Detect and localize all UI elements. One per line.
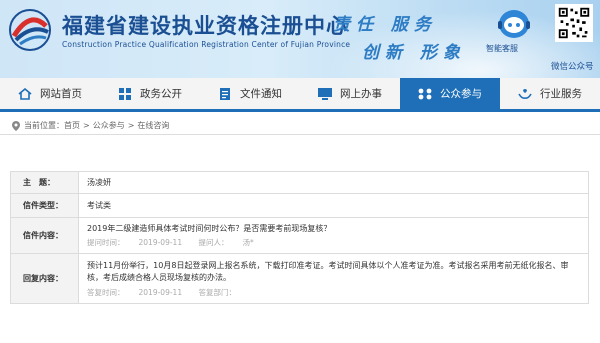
nav-home-label: 网站首页: [40, 88, 82, 100]
breadcrumb-home[interactable]: 首页: [64, 120, 80, 131]
type-value: 考试类: [78, 193, 589, 218]
nav-public-participation[interactable]: 公众参与: [400, 78, 500, 109]
breadcrumb-divider: [0, 134, 600, 135]
slogan-line-1: 责任 服务: [333, 15, 437, 35]
nav-public-affairs-label: 政务公开: [140, 88, 182, 100]
breadcrumb-prefix: 当前位置：: [24, 121, 64, 130]
reply-meta: 答复时间： 2019-09-11 答复部门：: [87, 287, 580, 298]
reply-dept-label: 答复部门：: [198, 287, 236, 297]
content-meta: 提问时间： 2019-09-11 提问人： 汤*: [87, 237, 580, 248]
home-icon: [18, 87, 32, 100]
hands-icon: [518, 88, 532, 99]
site-subtitle: Construction Practice Qualification Regi…: [62, 40, 351, 49]
dots-grid-icon: [418, 88, 432, 99]
reply-time-label: 答复时间：: [87, 287, 125, 297]
breadcrumb-separator: >: [83, 121, 90, 130]
nav-public-affairs[interactable]: 政务公开: [100, 78, 200, 109]
submit-time-value: 2019-09-11: [138, 238, 183, 247]
content-label: 信件内容：: [10, 217, 79, 254]
subject-value: 汤凌妍: [78, 171, 589, 194]
monitor-icon: [318, 87, 332, 100]
reply-cell: 预计11月份举行，10月8日起登录网上报名系统，下载打印准考证。考试时间具体以个…: [78, 253, 589, 304]
nav-notices[interactable]: 文件通知: [200, 78, 300, 109]
submitter-value: 汤*: [242, 238, 254, 247]
breadcrumb-separator: >: [127, 121, 135, 130]
submit-time-label: 提问时间：: [87, 238, 125, 247]
submitter-label: 提问人：: [198, 238, 229, 247]
breadcrumb: 当前位置： 首页 > 公众参与 > 在线咨询: [12, 120, 169, 131]
table-row: 信件类型： 考试类: [10, 193, 589, 218]
breadcrumb-online-consultation[interactable]: 在线咨询: [137, 120, 169, 131]
main-nav: 网站首页 政务公开 文件通知 网上办事 公众参与 行业服务: [0, 78, 600, 112]
location-pin-icon: [12, 120, 20, 131]
assistant-label[interactable]: 智能客服: [486, 43, 518, 54]
header-banner: 福建省建设执业资格注册中心 Construction Practice Qual…: [0, 0, 600, 78]
nav-home[interactable]: 网站首页: [0, 78, 100, 109]
consultation-detail-table: 主 题： 汤凌妍 信件类型： 考试类 信件内容： 2019年二级建造师具体考试时…: [10, 171, 589, 304]
table-row: 主 题： 汤凌妍: [10, 171, 589, 194]
nav-online-services-label: 网上办事: [340, 88, 382, 100]
site-title[interactable]: 福建省建设执业资格注册中心: [62, 10, 348, 40]
content-cell: 2019年二级建造师具体考试时间何时公布？是否需要考前现场复核？ 提问时间： 20…: [78, 217, 589, 254]
grid-icon: [119, 87, 131, 100]
site-logo-icon[interactable]: [6, 6, 54, 54]
nav-industry-services[interactable]: 行业服务: [500, 78, 600, 109]
reply-time-value: 2019-09-11: [138, 287, 183, 297]
table-row: 信件内容： 2019年二级建造师具体考试时间何时公布？是否需要考前现场复核？ 提…: [10, 217, 589, 254]
nav-online-services[interactable]: 网上办事: [300, 78, 400, 109]
subject-label: 主 题：: [10, 171, 79, 194]
wechat-qr-code: [555, 4, 593, 42]
breadcrumb-public-participation[interactable]: 公众参与: [93, 120, 125, 131]
nav-industry-services-label: 行业服务: [540, 88, 582, 100]
robot-assistant-icon[interactable]: [495, 6, 533, 42]
nav-public-participation-label: 公众参与: [440, 88, 482, 100]
wechat-label: 微信公众号: [551, 62, 594, 72]
type-label: 信件类型：: [10, 193, 79, 218]
reply-label: 回复内容：: [10, 253, 79, 304]
table-row: 回复内容： 预计11月份举行，10月8日起登录网上报名系统，下载打印准考证。考试…: [10, 253, 589, 304]
nav-notices-label: 文件通知: [240, 88, 282, 100]
content-value: 2019年二级建造师具体考试时间何时公布？是否需要考前现场复核？: [87, 224, 332, 233]
slogan-line-2: 创新 形象: [362, 43, 466, 63]
document-icon: [220, 87, 230, 100]
reply-value: 预计11月份举行，10月8日起登录网上报名系统，下载打印准考证。考试时间具体以个…: [87, 260, 569, 282]
